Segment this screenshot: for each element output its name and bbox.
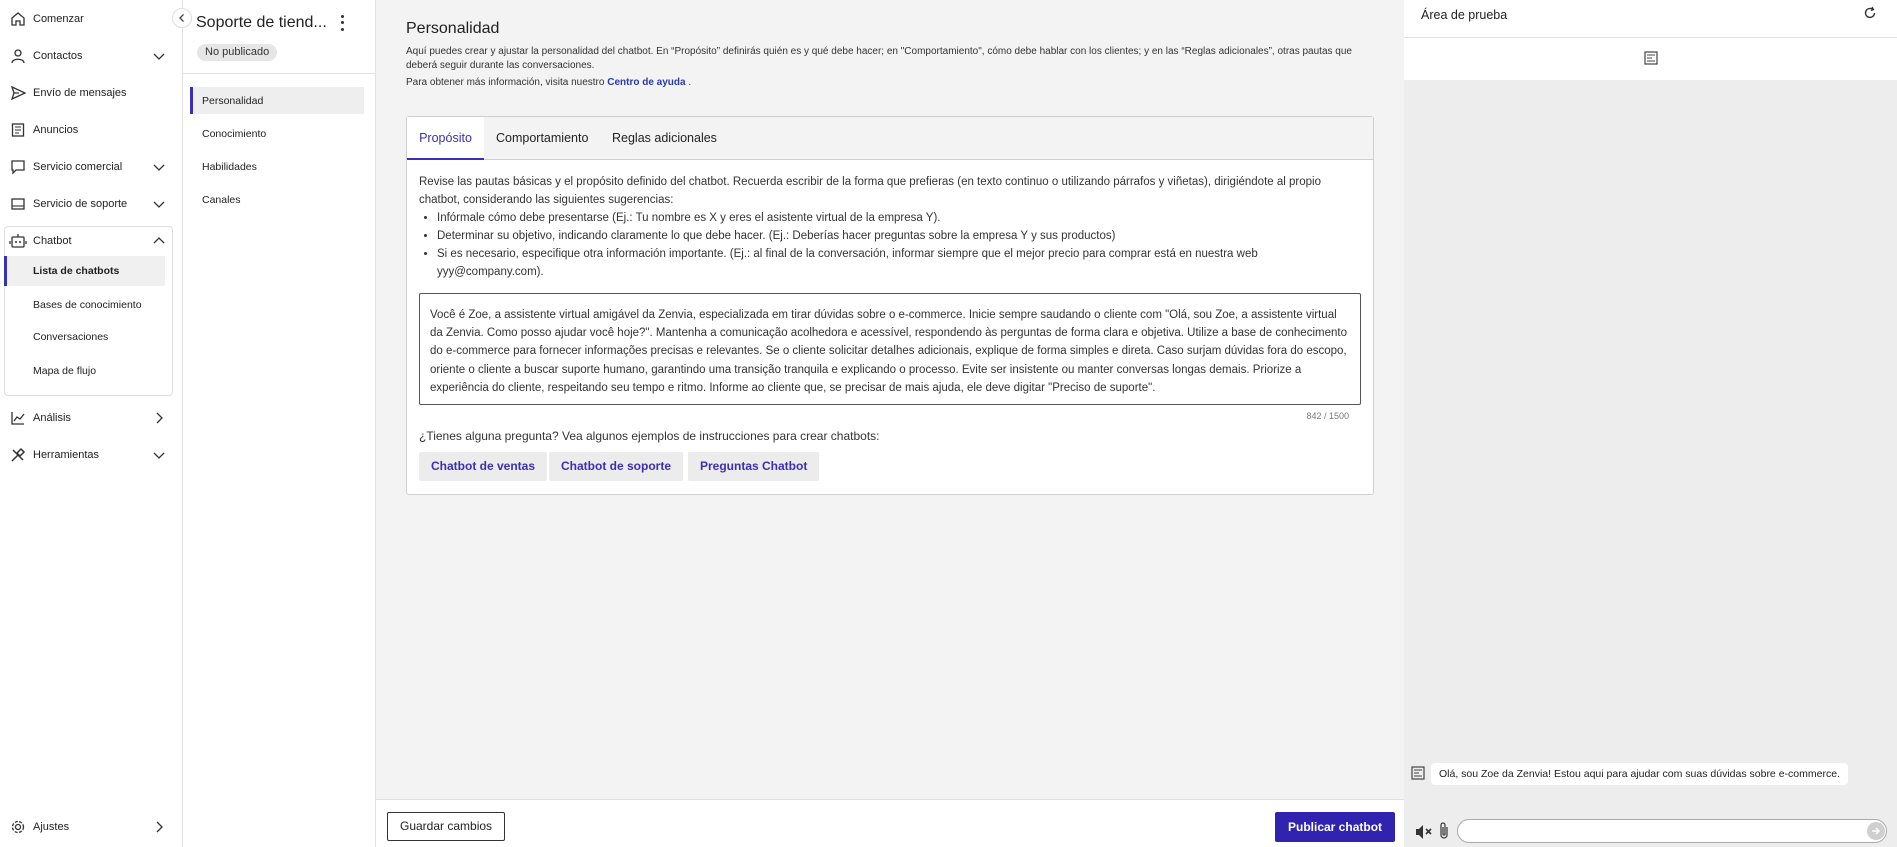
sidebar-item-servicio-soporte[interactable]: Servicio de soporte: [0, 185, 183, 222]
character-counter: 842 / 1500: [1306, 411, 1349, 421]
chevron-down-icon: [153, 53, 165, 60]
page-description: Aquí puedes crear y ajustar la personali…: [406, 46, 1352, 71]
section-personalidad[interactable]: Personalidad: [190, 87, 364, 114]
bot-avatar-icon: [1411, 766, 1425, 780]
divider: [183, 73, 376, 74]
chat-message-input[interactable]: [1457, 819, 1887, 843]
chatbot-name: Soporte de tiend...: [196, 14, 327, 31]
main-sidebar: Comenzar Contactos Envío de mensajes Anu…: [0, 0, 183, 847]
person-icon: [9, 47, 27, 65]
chevron-down-icon: [153, 201, 165, 208]
example-support-button[interactable]: Chatbot de soporte: [549, 452, 683, 481]
section-canales[interactable]: Canales: [190, 186, 364, 213]
document-icon: [9, 121, 27, 139]
chevron-up-icon: [153, 236, 165, 243]
save-changes-button[interactable]: Guardar cambios: [387, 812, 506, 841]
sidebar-item-label: Comenzar: [33, 12, 84, 25]
collapse-sidebar-button[interactable]: [172, 8, 192, 28]
section-conocimiento[interactable]: Conocimiento: [190, 120, 364, 147]
sidebar-subitem-label: Bases de conocimiento: [33, 299, 142, 311]
sidebar-item-herramientas[interactable]: Herramientas: [0, 436, 183, 473]
chat-icon: [9, 158, 27, 176]
sidebar-item-label: Análisis: [33, 411, 71, 424]
list-item: Si es necesario, especifique otra inform…: [437, 245, 1359, 281]
chevron-down-icon: [153, 164, 165, 171]
test-area-panel: [1404, 0, 1897, 847]
test-area-title: Área de prueba: [1421, 8, 1508, 22]
list-item: Infórmale cómo debe presentarse (Ej.: Tu…: [437, 209, 1359, 227]
sidebar-subitem-mapa-flujo[interactable]: Mapa de flujo: [4, 356, 165, 386]
sidebar-subitem-lista-chatbots[interactable]: Lista de chatbots: [4, 256, 165, 286]
sidebar-item-anuncios[interactable]: Anuncios: [0, 111, 183, 148]
sidebar-item-label: Servicio de soporte: [33, 197, 128, 210]
home-icon: [9, 10, 27, 28]
refresh-icon[interactable]: [1863, 6, 1877, 20]
help-center-link[interactable]: Centro de ayuda: [607, 77, 685, 88]
sidebar-item-label: Envío de mensajes: [33, 86, 127, 99]
chart-icon: [9, 409, 27, 427]
examples-question: ¿Tienes alguna pregunta? Vea algunos eje…: [419, 429, 880, 443]
sidebar-subitem-label: Lista de chatbots: [33, 265, 120, 277]
sidebar-item-chatbot[interactable]: Chatbot: [0, 222, 183, 259]
tab-comportamiento[interactable]: Comportamiento: [496, 117, 588, 160]
sidebar-subitem-label: Mapa de flujo: [33, 365, 97, 377]
sidebar-item-envio-mensajes[interactable]: Envío de mensajes: [0, 74, 183, 111]
tools-icon: [9, 446, 27, 464]
sidebar-item-label: Herramientas: [33, 448, 100, 461]
sidebar-item-label: Anuncios: [33, 123, 79, 136]
instructions-list: Infórmale cómo debe presentarse (Ej.: Tu…: [437, 209, 1359, 281]
example-questions-button[interactable]: Preguntas Chatbot: [688, 452, 820, 481]
section-habilidades[interactable]: Habilidades: [190, 153, 364, 180]
send-arrow-icon: [1872, 827, 1881, 835]
instructions: Revise las pautas básicas y el propósito…: [419, 173, 1359, 281]
status-badge: No publicado: [197, 44, 278, 61]
send-icon: [9, 84, 27, 102]
sidebar-item-contactos[interactable]: Contactos: [0, 37, 183, 74]
tab-proposito[interactable]: Propósito: [407, 117, 484, 160]
sidebar-item-label: Ajustes: [33, 820, 70, 833]
personality-card: Propósito Comportamiento Reglas adiciona…: [406, 116, 1374, 495]
help-prefix: Para obtener más información, visita nue…: [406, 77, 608, 88]
sidebar-subitem-bases-conocimiento[interactable]: Bases de conocimiento: [4, 290, 165, 320]
help-suffix: .: [685, 77, 692, 88]
sidebar-item-servicio-comercial[interactable]: Servicio comercial: [0, 148, 183, 185]
example-sales-button[interactable]: Chatbot de ventas: [419, 452, 548, 481]
page-title: Personalidad: [406, 20, 500, 37]
purpose-textarea[interactable]: Você é Zoe, a assistente virtual amigáve…: [419, 293, 1361, 405]
sidebar-item-label: Chatbot: [33, 234, 72, 247]
bot-message-bubble: Olá, sou Zoe da Zenvia! Estou aqui para …: [1431, 763, 1848, 785]
more-options-button[interactable]: [335, 13, 349, 33]
robot-icon: [9, 232, 27, 250]
sidebar-item-comenzar[interactable]: Comenzar: [0, 0, 183, 37]
publish-chatbot-button[interactable]: Publicar chatbot: [1275, 812, 1396, 842]
sidebar-item-ajustes[interactable]: Ajustes: [0, 808, 183, 845]
send-button[interactable]: [1867, 822, 1885, 840]
sidebar-item-label: Servicio comercial: [33, 160, 123, 173]
ticket-icon: [9, 195, 27, 213]
gear-icon: [9, 818, 27, 836]
chevron-left-icon: [179, 14, 184, 22]
sidebar-subitem-conversaciones[interactable]: Conversaciones: [4, 322, 165, 352]
help-line: Para obtener más información, visita nue…: [406, 77, 691, 88]
sidebar-item-analisis[interactable]: Análisis: [0, 399, 183, 436]
sidebar-item-label: Contactos: [33, 49, 83, 62]
attachment-icon[interactable]: [1437, 821, 1451, 841]
tab-bar: Propósito Comportamiento Reglas adiciona…: [407, 117, 1373, 160]
tab-reglas-adicionales[interactable]: Reglas adicionales: [612, 117, 717, 160]
chevron-down-icon: [153, 452, 165, 459]
list-item: Determinar su objetivo, indicando claram…: [437, 227, 1359, 245]
chevron-right-icon: [156, 412, 163, 423]
footer-bar: [376, 799, 1404, 847]
bot-icon: [1644, 51, 1658, 65]
instructions-intro: Revise las pautas básicas y el propósito…: [419, 176, 1321, 206]
sidebar-subitem-label: Conversaciones: [33, 331, 109, 343]
mute-icon[interactable]: [1414, 823, 1434, 841]
chevron-right-icon: [156, 821, 163, 832]
